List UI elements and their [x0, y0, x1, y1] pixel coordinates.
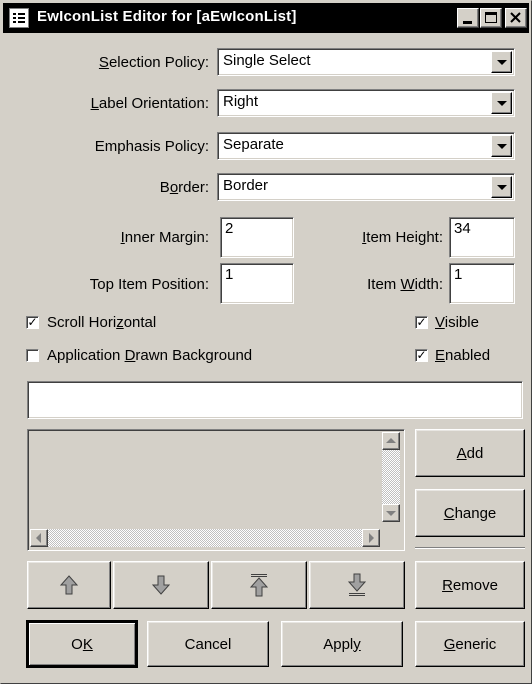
- border-combobox[interactable]: Border: [217, 173, 515, 201]
- item-height-value: 34: [454, 220, 471, 237]
- scroll-left-button[interactable]: [30, 529, 48, 547]
- vertical-scroll-track[interactable]: [382, 450, 400, 504]
- window-title: EwIconList Editor for [aEwIconList]: [37, 8, 297, 25]
- border-dropdown-button[interactable]: [491, 176, 512, 198]
- move-bottom-button[interactable]: [309, 561, 405, 609]
- item-height-field[interactable]: 34: [449, 217, 515, 258]
- border-value: Border: [223, 177, 269, 194]
- change-button[interactable]: Change: [415, 489, 525, 537]
- add-button[interactable]: Add: [415, 429, 525, 477]
- inner-margin-field[interactable]: 2: [220, 217, 294, 258]
- chevron-down-icon: [497, 144, 507, 149]
- horizontal-scroll-track[interactable]: [48, 529, 362, 547]
- selection-policy-label: Selection Policy:: [98, 54, 209, 71]
- item-height-label: Item Height:: [362, 229, 443, 246]
- top-item-position-label: Top Item Position:: [89, 276, 209, 293]
- minimize-button[interactable]: [457, 8, 479, 28]
- move-up-icon: [59, 575, 79, 595]
- close-button[interactable]: [505, 8, 527, 28]
- chevron-down-icon: [497, 101, 507, 106]
- title-bar[interactable]: EwIconList Editor for [aEwIconList]: [3, 3, 529, 33]
- minimize-icon: [463, 21, 472, 24]
- close-icon: [510, 12, 521, 23]
- selection-policy-value: Single Select: [223, 52, 311, 69]
- item-width-label: Item Width:: [367, 276, 443, 293]
- scroll-up-button[interactable]: [382, 432, 400, 450]
- selection-policy-dropdown-button[interactable]: [491, 51, 512, 73]
- visible-label: Visible: [435, 314, 479, 331]
- border-label: Border:: [159, 179, 209, 196]
- chevron-down-icon: [497, 185, 507, 190]
- label-orientation-dropdown-button[interactable]: [491, 92, 512, 114]
- checkbox-checked-icon[interactable]: ✓: [415, 316, 428, 329]
- app-icon[interactable]: [9, 8, 29, 28]
- enabled-label: Enabled: [435, 347, 491, 364]
- scroll-right-button[interactable]: [362, 529, 380, 547]
- selection-policy-combobox[interactable]: Single Select: [217, 48, 515, 76]
- move-up-button[interactable]: [27, 561, 111, 609]
- icon-list-box[interactable]: [27, 429, 405, 551]
- label-orientation-value: Right: [223, 93, 259, 110]
- apply-button[interactable]: Appl y: [281, 621, 403, 667]
- checkbox-unchecked-icon[interactable]: [26, 349, 39, 362]
- remove-button[interactable]: Remove: [415, 561, 525, 609]
- move-bottom-icon: [347, 573, 367, 596]
- scroll-down-button[interactable]: [382, 504, 400, 522]
- label-orientation-combobox[interactable]: Right: [217, 89, 515, 117]
- top-item-position-field[interactable]: 1: [220, 263, 294, 304]
- scroll-horizontal-label: Scroll Horizontal: [47, 314, 157, 331]
- maximize-button[interactable]: [480, 8, 502, 28]
- ok-button[interactable]: OK: [26, 620, 138, 668]
- move-down-button[interactable]: [113, 561, 209, 609]
- emphasis-policy-combobox[interactable]: Separate: [217, 132, 515, 160]
- app-drawn-background-label: Application Drawn Background: [47, 347, 253, 364]
- generic-button[interactable]: Generic: [415, 621, 525, 667]
- inner-margin-label: Inner Margin:: [120, 229, 209, 246]
- checkbox-checked-icon[interactable]: ✓: [26, 316, 39, 329]
- inner-margin-value: 2: [225, 220, 234, 237]
- move-top-icon: [249, 574, 269, 597]
- emphasis-policy-dropdown-button[interactable]: [491, 135, 512, 157]
- chevron-down-icon: [386, 511, 396, 516]
- move-top-button[interactable]: [211, 561, 307, 609]
- separator: [415, 547, 525, 549]
- top-item-position-value: 1: [225, 266, 234, 283]
- editor-window: EwIconList Editor for [aEwIconList] Sele…: [0, 0, 532, 684]
- emphasis-policy-value: Separate: [223, 136, 284, 153]
- chevron-left-icon: [36, 533, 41, 543]
- item-width-field[interactable]: 1: [449, 263, 515, 304]
- chevron-down-icon: [497, 60, 507, 65]
- chevron-up-icon: [386, 438, 396, 443]
- checkbox-checked-icon[interactable]: ✓: [415, 349, 428, 362]
- item-entry-field[interactable]: [27, 381, 523, 419]
- item-width-value: 1: [454, 266, 463, 283]
- maximize-icon: [485, 12, 497, 23]
- emphasis-policy-label: Emphasis Policy:: [94, 138, 209, 155]
- cancel-button[interactable]: Cancel: [147, 621, 269, 667]
- label-orientation-label: Label Orientation:: [90, 95, 209, 112]
- chevron-right-icon: [369, 533, 374, 543]
- move-down-icon: [151, 575, 171, 595]
